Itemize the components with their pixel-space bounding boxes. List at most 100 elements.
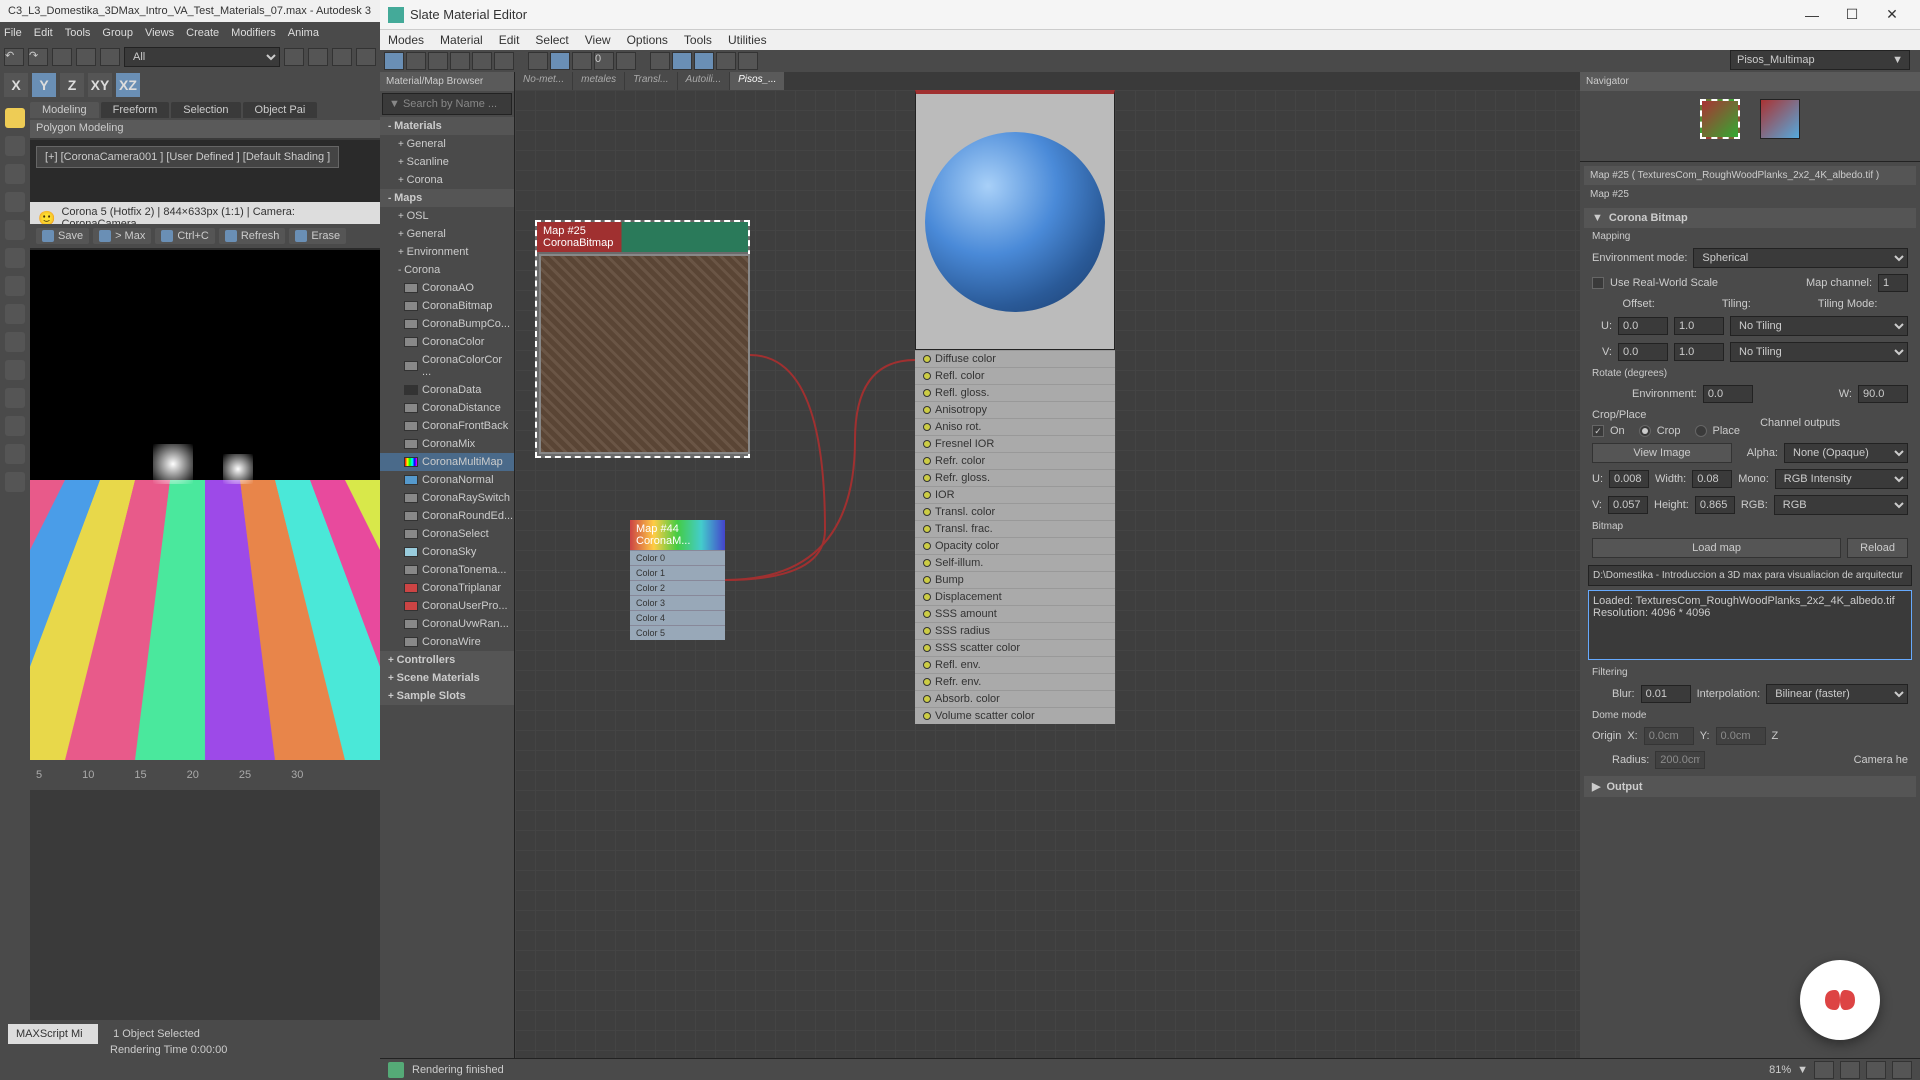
corona-mix[interactable]: CoronaMix <box>380 435 514 453</box>
corona-triplanar[interactable]: CoronaTriplanar <box>380 579 514 597</box>
param-fresnel-ior[interactable]: Fresnel IOR <box>915 435 1115 452</box>
menu-material[interactable]: Material <box>440 33 483 47</box>
menu-select[interactable]: Select <box>535 33 568 47</box>
tool-8[interactable] <box>550 52 570 70</box>
tool-icon-5[interactable] <box>5 248 25 268</box>
menu-view-slate[interactable]: View <box>585 33 611 47</box>
param-refr-env[interactable]: Refr. env. <box>915 673 1115 690</box>
corona-rounded[interactable]: CoronaRoundEd... <box>380 507 514 525</box>
tool-icon-13[interactable] <box>5 472 25 492</box>
nav-thumb-1[interactable] <box>1700 99 1740 139</box>
bitmap-node[interactable]: Map #25 CoronaBitmap <box>535 220 750 458</box>
vtab-metales[interactable]: metales <box>573 72 624 90</box>
bitmap-node-header[interactable]: Map #25 CoronaBitmap <box>537 222 748 252</box>
coord-x[interactable]: X <box>4 73 28 97</box>
nav-thumb-2[interactable] <box>1760 99 1800 139</box>
corona-multimap[interactable]: CoronaMultiMap <box>380 453 514 471</box>
param-aniso-rot[interactable]: Aniso rot. <box>915 418 1115 435</box>
vtab-pisos[interactable]: Pisos_... <box>730 72 784 90</box>
menu-options[interactable]: Options <box>627 33 668 47</box>
tree-mat-general[interactable]: + General <box>380 135 514 153</box>
tool-10[interactable]: 0 <box>594 52 614 70</box>
viewport[interactable]: [+] [CoronaCamera001 ] [User Defined ] [… <box>30 140 380 760</box>
tool-icon-10[interactable] <box>5 388 25 408</box>
tool-7[interactable] <box>528 52 548 70</box>
param-refl-color[interactable]: Refl. color <box>915 367 1115 384</box>
param-ior[interactable]: IOR <box>915 486 1115 503</box>
env-mode-select[interactable]: Spherical <box>1693 248 1908 268</box>
param-sss-amount[interactable]: SSS amount <box>915 605 1115 622</box>
tool-13[interactable] <box>672 52 692 70</box>
section-corona-bitmap[interactable]: ▼ Corona Bitmap <box>1584 208 1916 228</box>
tool-icon-8[interactable] <box>5 332 25 352</box>
tab-selection[interactable]: Selection <box>171 102 240 118</box>
navigator-preview[interactable] <box>1580 91 1920 147</box>
param-volume-scatter[interactable]: Volume scatter color <box>915 707 1115 724</box>
menu-edit[interactable]: Edit <box>34 27 53 39</box>
coord-xz[interactable]: XZ <box>116 73 140 97</box>
crop-height[interactable] <box>1695 496 1735 514</box>
tree-scene-materials[interactable]: + Scene Materials <box>380 669 514 687</box>
material-preset-dropdown[interactable]: Pisos_Multimap▼ <box>1730 50 1910 70</box>
tree-corona[interactable]: - Corona <box>380 261 514 279</box>
browser-search[interactable]: ▼ Search by Name ... <box>382 93 512 115</box>
tab-object-paint[interactable]: Object Pai <box>243 102 318 118</box>
tool-16[interactable] <box>738 52 758 70</box>
redo-button[interactable]: ↷ <box>28 48 48 66</box>
refresh-button[interactable]: Refresh <box>219 228 286 244</box>
tool-14[interactable] <box>694 52 714 70</box>
corona-rayswitch[interactable]: CoronaRaySwitch <box>380 489 514 507</box>
coord-z[interactable]: Z <box>60 73 84 97</box>
corona-select[interactable]: CoronaSelect <box>380 525 514 543</box>
tool-icon-11[interactable] <box>5 416 25 436</box>
tree-general[interactable]: + General <box>380 225 514 243</box>
rgb-select[interactable]: RGB <box>1774 495 1908 515</box>
corona-bitmap[interactable]: CoronaBitmap <box>380 297 514 315</box>
tool-15[interactable] <box>716 52 736 70</box>
viewport-label[interactable]: [+] [CoronaCamera001 ] [User Defined ] [… <box>36 146 339 168</box>
tree-maps[interactable]: - Maps <box>380 189 514 207</box>
param-bump[interactable]: Bump <box>915 571 1115 588</box>
crop-radio[interactable] <box>1639 425 1651 437</box>
corona-wire[interactable]: CoronaWire <box>380 633 514 651</box>
param-opacity[interactable]: Opacity color <box>915 537 1115 554</box>
select-tool[interactable] <box>384 52 404 70</box>
maximize-button[interactable]: ☐ <box>1832 0 1872 30</box>
param-refl-gloss[interactable]: Refl. gloss. <box>915 384 1115 401</box>
env-rotate[interactable] <box>1703 385 1753 403</box>
param-self-illum[interactable]: Self-illum. <box>915 554 1115 571</box>
zoom-tool[interactable] <box>1840 1061 1860 1079</box>
corona-sky[interactable]: CoronaSky <box>380 543 514 561</box>
crop-u[interactable] <box>1609 470 1649 488</box>
pan-tool[interactable] <box>1814 1061 1834 1079</box>
timeline[interactable]: 5 10 15 20 25 30 <box>30 760 380 790</box>
use-rw-scale-check[interactable] <box>1592 277 1604 289</box>
param-sss-scatter[interactable]: SSS scatter color <box>915 639 1115 656</box>
v-tiling[interactable] <box>1674 343 1724 361</box>
map-channel-input[interactable] <box>1878 274 1908 292</box>
u-offset[interactable] <box>1618 317 1668 335</box>
param-transl-frac[interactable]: Transl. frac. <box>915 520 1115 537</box>
multi-color-0[interactable]: Color 0 <box>630 550 725 565</box>
tree-environment[interactable]: + Environment <box>380 243 514 261</box>
interp-select[interactable]: Bilinear (faster) <box>1766 684 1908 704</box>
vtab-autoili[interactable]: Autoili... <box>678 72 730 90</box>
multimap-node[interactable]: Map #44 CoronaM... Color 0 Color 1 Color… <box>630 520 725 640</box>
tool-4[interactable] <box>450 52 470 70</box>
crop-width[interactable] <box>1692 470 1732 488</box>
erase-button[interactable]: Erase <box>289 228 346 244</box>
corona-ao[interactable]: CoronaAO <box>380 279 514 297</box>
menu-file[interactable]: File <box>4 27 22 39</box>
multi-color-4[interactable]: Color 4 <box>630 610 725 625</box>
vtab-nomet[interactable]: No-met... <box>515 72 572 90</box>
bind-button[interactable] <box>100 48 120 66</box>
tool-icon-2[interactable] <box>5 164 25 184</box>
tool-3[interactable] <box>428 52 448 70</box>
ctrlc-button[interactable]: Ctrl+C <box>155 228 214 244</box>
menu-modifiers[interactable]: Modifiers <box>231 27 276 39</box>
param-sss-radius[interactable]: SSS radius <box>915 622 1115 639</box>
select-button[interactable] <box>284 48 304 66</box>
tool-11[interactable] <box>616 52 636 70</box>
tool-icon-6[interactable] <box>5 276 25 296</box>
tool-icon-3[interactable] <box>5 192 25 212</box>
